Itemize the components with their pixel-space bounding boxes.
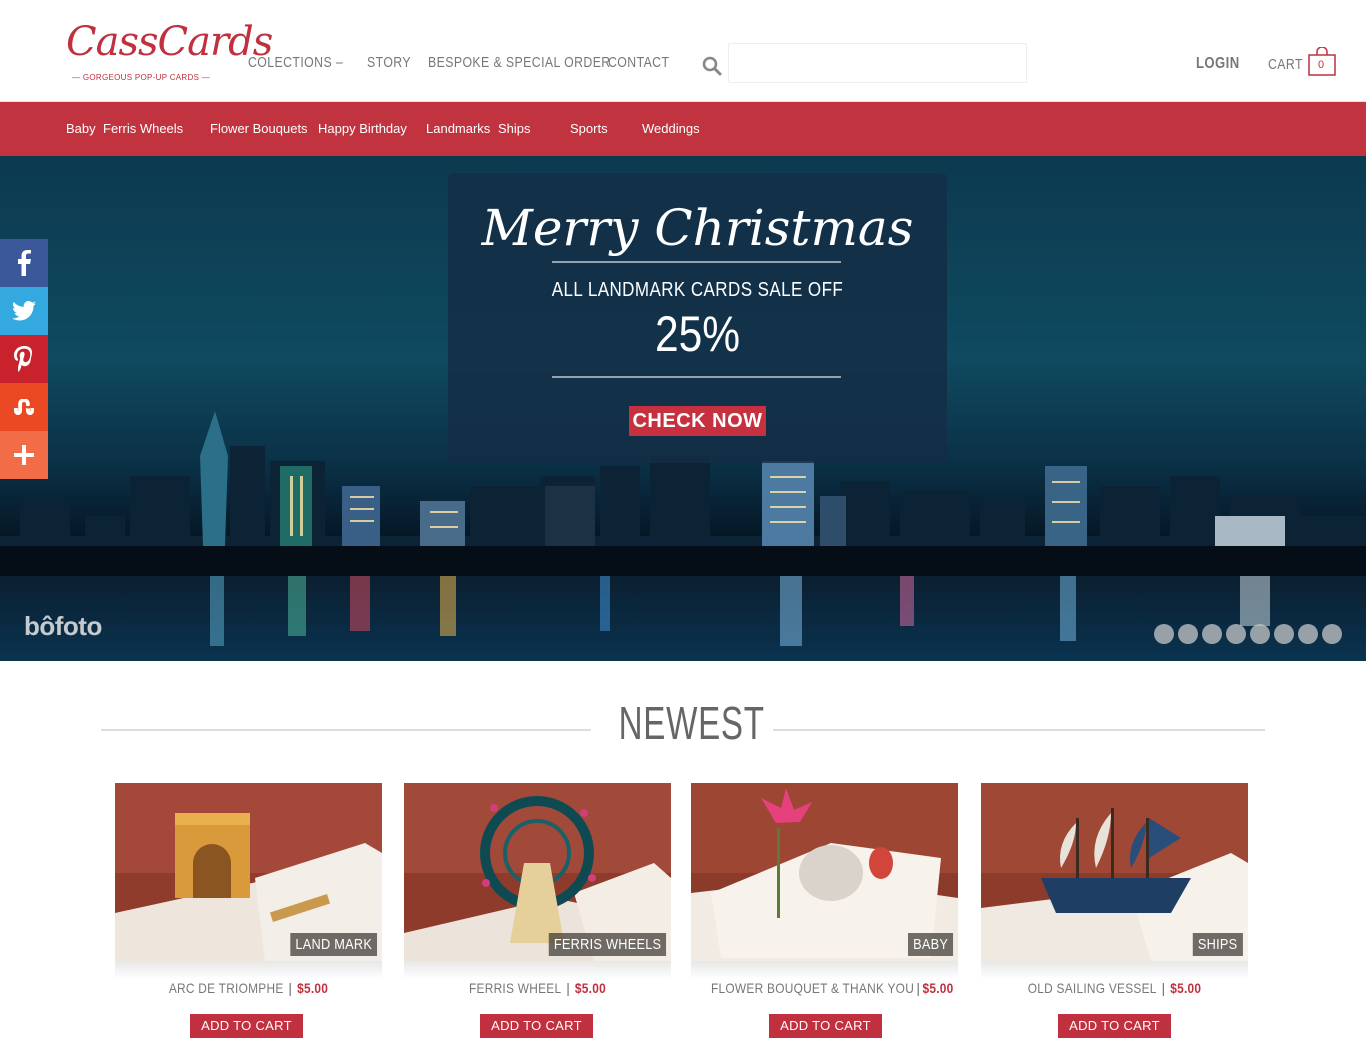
product-category-tag: LAND MARK [290,933,377,956]
category-weddings[interactable]: Weddings [642,121,700,136]
more-share-button[interactable] [0,431,48,479]
card-shadow [404,961,671,979]
card-shadow [691,961,958,979]
add-to-cart-button[interactable]: ADD TO CART [480,1014,593,1038]
slider-dot[interactable] [1226,624,1246,644]
logo-wordmark: CassCards [66,19,273,65]
site-header: CassCards — GORGEOUS POP-UP CARDS — COLE… [0,0,1366,102]
category-happy-birthday[interactable]: Happy Birthday [318,121,407,136]
search-input[interactable] [728,43,1027,83]
nav-contact[interactable]: CONTACT [608,54,669,71]
slider-dot[interactable] [1178,624,1198,644]
product-category-tag: SHIPS [1193,933,1243,956]
facebook-icon [18,250,31,276]
category-sports[interactable]: Sports [570,121,608,136]
check-now-button[interactable]: CHECK NOW [629,406,766,436]
card-shadow [981,961,1248,979]
product-meta: OLD SAILING VESSEL | $5.00 [1027,980,1202,996]
promo-subtitle: ALL LANDMARK CARDS SALE OFF [551,279,844,301]
add-to-cart-button[interactable]: ADD TO CART [190,1014,303,1038]
add-to-cart-button[interactable]: ADD TO CART [1058,1014,1171,1038]
nav-story[interactable]: STORY [367,54,411,71]
promo-panel: Merry Christmas ALL LANDMARK CARDS SALE … [448,173,947,463]
slider-dot[interactable] [1154,624,1174,644]
cart-link[interactable]: CART [1268,56,1303,73]
section-divider-left [101,729,591,731]
product-meta: FERRIS WHEEL | $5.00 [469,980,606,996]
promo-divider [552,261,841,263]
product-category-tag: BABY [907,933,953,956]
hero-banner: Merry Christmas ALL LANDMARK CARDS SALE … [0,156,1366,661]
product-category-tag: FERRIS WHEELS [548,933,666,956]
category-bar: Baby Ferris Wheels Flower Bouquets Happy… [0,102,1366,156]
slider-dot[interactable] [1274,624,1294,644]
site-logo[interactable]: CassCards — GORGEOUS POP-UP CARDS — [66,18,273,86]
product-image[interactable]: LAND MARK [115,783,382,961]
product-name[interactable]: FERRIS WHEEL [469,980,561,996]
category-flower-bouquets[interactable]: Flower Bouquets [210,121,308,136]
product-price: $5.00 [574,980,606,996]
section-divider-right [773,729,1265,731]
category-landmarks[interactable]: Landmarks [426,121,490,136]
pinterest-share-button[interactable] [0,335,48,383]
product-meta: ARC DE TRIOMPHE | $5.00 [168,980,329,996]
section-title: NEWEST [618,697,765,749]
product-image[interactable]: SHIPS [981,783,1248,961]
pinterest-icon [14,346,33,372]
slider-dot[interactable] [1298,624,1318,644]
add-to-cart-button[interactable]: ADD TO CART [769,1014,882,1038]
product-price: $5.00 [922,980,954,996]
facebook-share-button[interactable] [0,239,48,287]
twitter-icon [12,301,36,321]
stumbleupon-share-button[interactable] [0,383,48,431]
plus-icon [14,445,34,465]
cart-count-badge: 0 [1317,59,1325,71]
promo-divider [552,376,841,378]
product-name[interactable]: FLOWER BOUQUET & THANK YOU [711,980,914,996]
product-price: $5.00 [297,980,329,996]
promo-discount: 25% [654,306,741,362]
social-share-bar [0,239,48,479]
search-icon[interactable] [702,56,722,76]
slider-dot[interactable] [1250,624,1270,644]
product-image[interactable]: BABY [691,783,958,961]
product-name[interactable]: ARC DE TRIOMPHE [169,980,284,996]
twitter-share-button[interactable] [0,287,48,335]
logo-tagline: — GORGEOUS POP-UP CARDS — [72,73,211,82]
stumbleupon-icon [14,399,34,415]
product-meta: FLOWER BOUQUET & THANK YOU | $5.00 [711,980,954,996]
product-price: $5.00 [1170,980,1202,996]
category-ships[interactable]: Ships [498,121,531,136]
slider-dot[interactable] [1322,624,1342,644]
product-image[interactable]: FERRIS WHEELS [404,783,671,961]
slider-dot[interactable] [1202,624,1222,644]
promo-title: Merry Christmas [481,199,914,257]
photo-watermark: bôfoto [24,611,102,641]
nav-collections[interactable]: COLECTIONS [248,54,343,71]
login-link[interactable]: LOGIN [1196,55,1240,73]
product-name[interactable]: OLD SAILING VESSEL [1028,980,1157,996]
nav-bespoke[interactable]: BESPOKE & SPECIAL ORDER [428,54,611,71]
category-ferris-wheels[interactable]: Ferris Wheels [103,121,183,136]
card-shadow [115,961,382,979]
category-baby[interactable]: Baby [66,121,96,136]
slider-dots [1154,624,1342,644]
